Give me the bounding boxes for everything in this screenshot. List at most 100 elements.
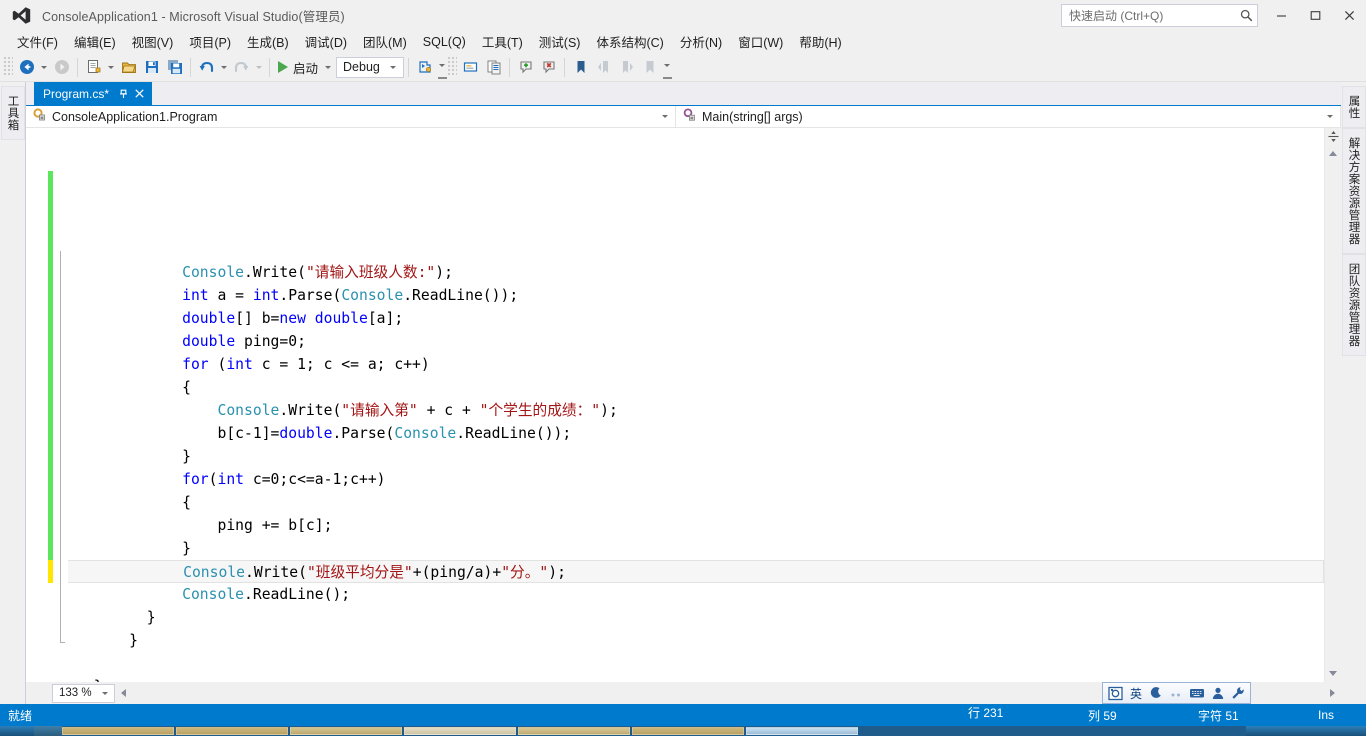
taskbar-system-tray[interactable] — [1246, 726, 1366, 736]
save-icon[interactable] — [140, 56, 163, 79]
new-project-dropdown[interactable] — [105, 56, 117, 79]
close-button[interactable] — [1332, 0, 1366, 31]
scroll-down-button[interactable] — [1324, 665, 1342, 682]
vertical-scrollbar[interactable] — [1324, 128, 1342, 682]
undo-dropdown[interactable] — [218, 56, 230, 79]
editor-split-handle[interactable] — [1324, 128, 1342, 145]
toolbar-options-icon[interactable] — [436, 56, 448, 79]
minimize-button[interactable] — [1264, 0, 1298, 31]
ime-mode-icon[interactable] — [1106, 684, 1125, 702]
menu-file[interactable]: 文件(F) — [9, 30, 66, 54]
taskbar-quick-launch[interactable] — [34, 726, 62, 736]
navigate-backward-icon[interactable] — [15, 56, 38, 79]
code-text[interactable]: Console.Write("请输入班级人数:"); int a = int.P… — [68, 128, 1324, 682]
vertical-scroll-track[interactable] — [1324, 162, 1342, 665]
clear-bookmarks-icon[interactable] — [638, 56, 661, 79]
menu-analyze[interactable]: 分析(N) — [672, 30, 730, 54]
toolbar-overflow-icon[interactable] — [661, 56, 673, 79]
code-line[interactable]: for (int c = 1; c <= a; c++) — [68, 353, 1324, 376]
ime-language-bar[interactable]: 英 — [1102, 682, 1251, 704]
code-line[interactable]: } — [68, 675, 1324, 682]
scroll-right-button[interactable] — [1324, 685, 1341, 702]
undo-icon[interactable] — [195, 56, 218, 79]
next-bookmark-icon[interactable] — [615, 56, 638, 79]
menu-team[interactable]: 团队(M) — [355, 30, 415, 54]
taskbar-item[interactable] — [632, 727, 744, 735]
menu-view[interactable]: 视图(V) — [124, 30, 182, 54]
sidebar-tab-solution-explorer[interactable]: 解决方案资源管理器 — [1341, 128, 1366, 254]
quick-launch-box[interactable] — [1061, 4, 1258, 27]
open-file-icon[interactable] — [117, 56, 140, 79]
toolbar-grip[interactable] — [4, 57, 13, 77]
toolbar-grip[interactable] — [448, 57, 458, 77]
code-line[interactable]: int a = int.Parse(Console.ReadLine()); — [68, 284, 1324, 307]
zoom-level-combo[interactable]: 133 % — [52, 683, 115, 703]
save-all-icon[interactable] — [163, 56, 186, 79]
code-line[interactable]: { — [68, 491, 1324, 514]
maximize-button[interactable] — [1298, 0, 1332, 31]
solution-configuration-combo[interactable]: Debug — [336, 56, 405, 78]
code-line-current[interactable]: Console.Write("班级平均分是"+(ping/a)+"分。"); — [68, 560, 1324, 583]
code-line[interactable]: double[] b=new double[a]; — [68, 307, 1324, 330]
code-line[interactable]: for(int c=0;c<=a-1;c++) — [68, 468, 1324, 491]
taskbar-item[interactable] — [746, 727, 858, 735]
menu-debug[interactable]: 调试(D) — [297, 30, 355, 54]
code-editor[interactable]: Console.Write("请输入班级人数:"); int a = int.P… — [26, 128, 1342, 682]
navigate-backward-dropdown[interactable] — [38, 56, 50, 79]
menu-tools[interactable]: 工具(T) — [474, 30, 531, 54]
menu-sql[interactable]: SQL(Q) — [415, 33, 474, 52]
sidebar-tab-toolbox[interactable]: 工具箱 — [0, 86, 25, 140]
code-surface[interactable]: Console.Write("请输入班级人数:"); int a = int.P… — [68, 128, 1324, 682]
pin-icon[interactable] — [115, 85, 131, 102]
ime-english-mode-icon[interactable]: 英 — [1127, 684, 1145, 702]
quick-launch-input[interactable] — [1062, 5, 1235, 26]
code-line[interactable]: { — [68, 376, 1324, 399]
start-debug-dropdown[interactable] — [322, 56, 334, 79]
delete-breakpoint-icon[interactable] — [537, 56, 560, 79]
scroll-left-button[interactable] — [115, 685, 132, 702]
navigate-forward-icon[interactable] — [50, 56, 73, 79]
code-line[interactable]: ping += b[c]; — [68, 514, 1324, 537]
taskbar-item[interactable] — [518, 727, 630, 735]
code-line[interactable]: Console.ReadLine(); — [68, 583, 1324, 606]
class-navigation-combo[interactable]: ConsoleApplication1.Program — [26, 106, 676, 127]
redo-icon[interactable] — [230, 56, 253, 79]
comment-selection-icon[interactable] — [482, 56, 505, 79]
ime-punctuation-icon[interactable] — [1167, 684, 1185, 702]
sidebar-tab-team-explorer[interactable]: 团队资源管理器 — [1341, 254, 1366, 356]
code-line[interactable]: Console.Write("请输入第" + c + "个学生的成绩："); — [68, 399, 1324, 422]
code-line[interactable]: b[c-1]=double.Parse(Console.ReadLine()); — [68, 422, 1324, 445]
code-line[interactable] — [68, 652, 1324, 675]
document-tab-program-cs[interactable]: Program.cs* — [34, 82, 153, 105]
ime-user-icon[interactable] — [1209, 684, 1227, 702]
search-icon[interactable] — [1235, 9, 1257, 22]
ime-halfwidth-icon[interactable] — [1147, 684, 1165, 702]
windows-taskbar[interactable] — [0, 726, 1366, 736]
code-line[interactable]: } — [68, 629, 1324, 652]
code-line[interactable]: Console.Write("请输入班级人数:"); — [68, 261, 1324, 284]
code-line[interactable]: } — [68, 537, 1324, 560]
menu-project[interactable]: 项目(P) — [181, 30, 239, 54]
new-project-icon[interactable] — [82, 56, 105, 79]
redo-dropdown[interactable] — [253, 56, 265, 79]
sidebar-tab-properties[interactable]: 属性 — [1341, 86, 1366, 128]
taskbar-item[interactable] — [290, 727, 402, 735]
menu-edit[interactable]: 编辑(E) — [66, 30, 124, 54]
code-line[interactable]: } — [68, 606, 1324, 629]
start-debug-button[interactable]: 启动 — [274, 56, 322, 79]
add-breakpoint-icon[interactable] — [514, 56, 537, 79]
member-navigation-combo[interactable]: Main(string[] args) — [676, 106, 1341, 127]
menu-build[interactable]: 生成(B) — [239, 30, 297, 54]
taskbar-start-orb-icon[interactable] — [0, 726, 34, 736]
taskbar-item[interactable] — [404, 727, 516, 735]
ime-settings-icon[interactable] — [1229, 684, 1247, 702]
ime-softkeyboard-icon[interactable] — [1187, 684, 1207, 702]
previous-bookmark-icon[interactable] — [592, 56, 615, 79]
solution-platform-icon[interactable] — [413, 56, 436, 79]
menu-architecture[interactable]: 体系结构(C) — [588, 30, 671, 54]
menu-window[interactable]: 窗口(W) — [730, 30, 791, 54]
code-line[interactable]: double ping=0; — [68, 330, 1324, 353]
toggle-bookmark-icon[interactable] — [569, 56, 592, 79]
find-in-files-icon[interactable] — [459, 56, 482, 79]
outlining-margin[interactable] — [53, 128, 68, 682]
